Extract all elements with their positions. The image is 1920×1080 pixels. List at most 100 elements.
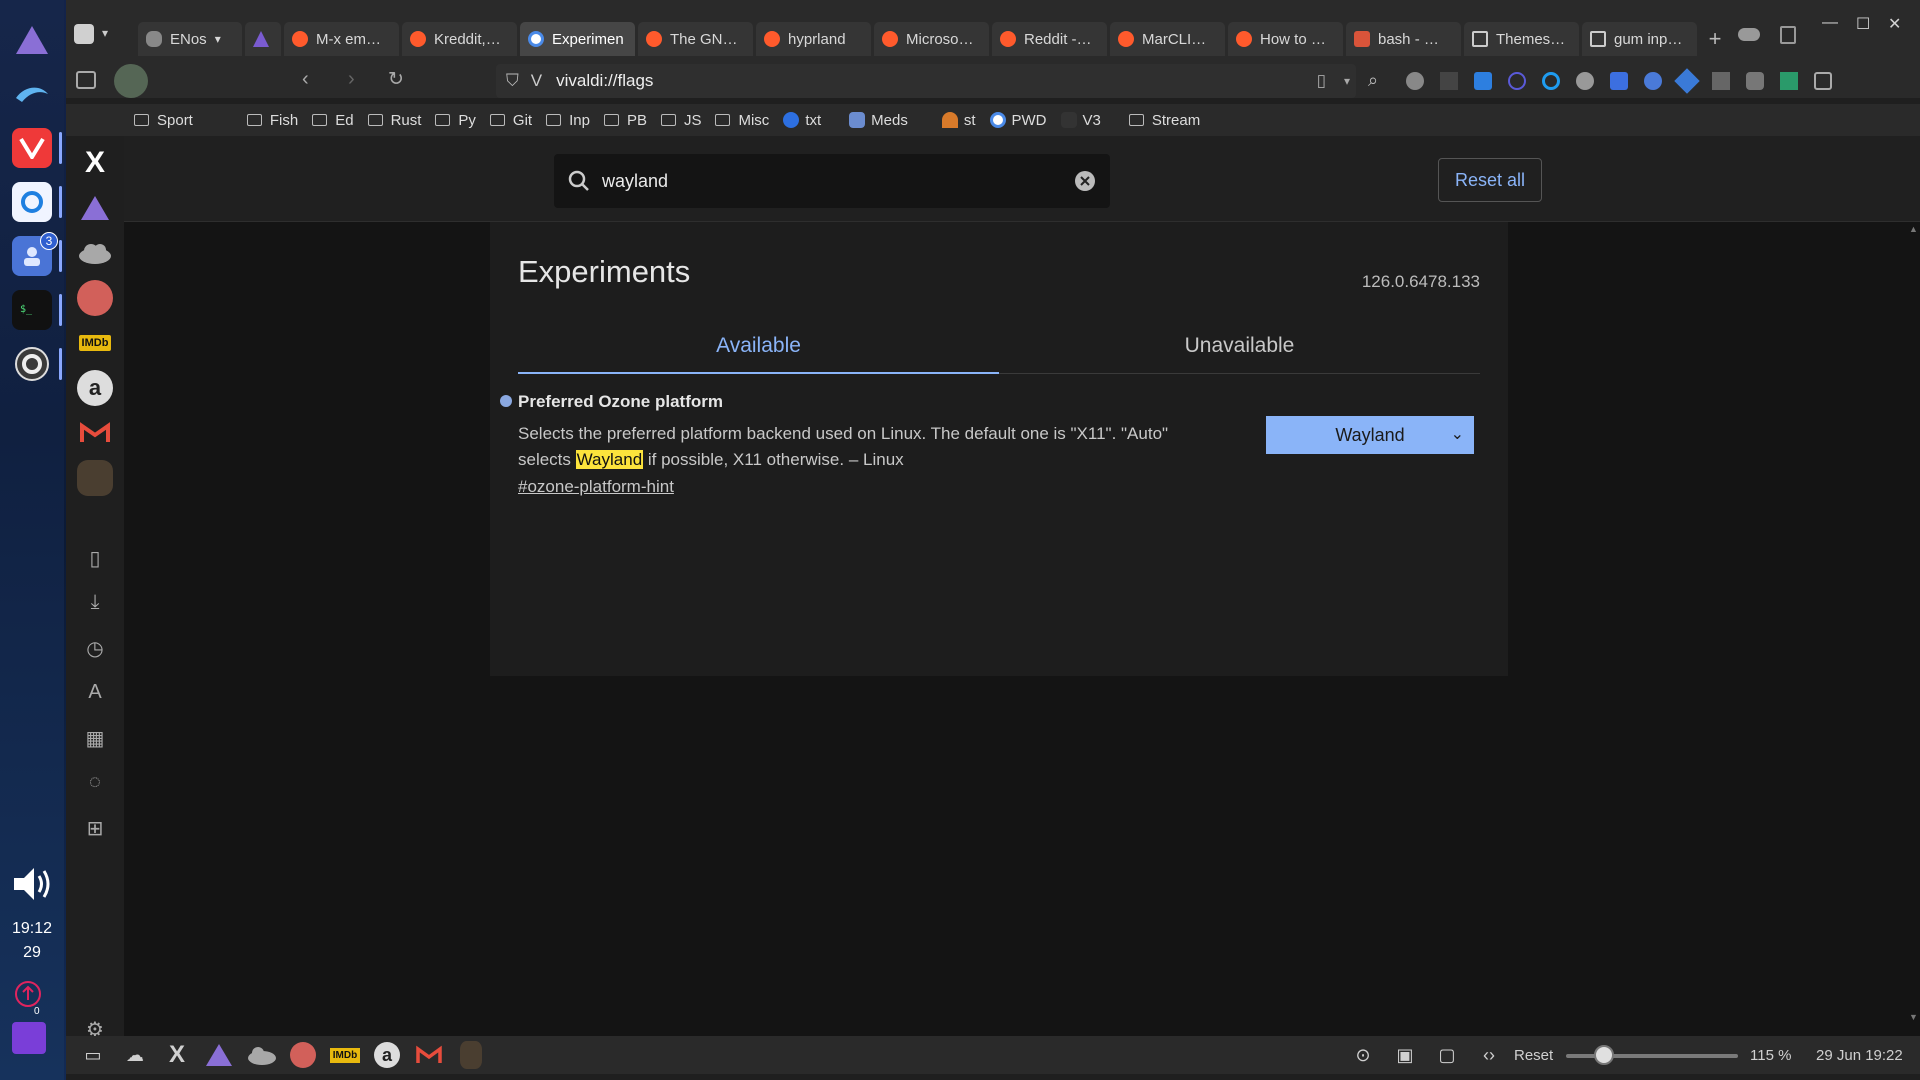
bookmark-folder[interactable]: Ed	[312, 112, 354, 129]
extension-icon[interactable]	[1440, 72, 1458, 90]
chevron-down-icon[interactable]: ▾	[102, 26, 108, 40]
coffee-icon[interactable]	[456, 1040, 486, 1070]
tab-unavailable[interactable]: Unavailable	[999, 326, 1480, 374]
gmail-icon[interactable]	[77, 415, 113, 451]
bookmark-folder[interactable]: Rust	[367, 112, 421, 129]
bookmarks-panel-icon[interactable]: ▯	[82, 546, 108, 572]
bookmark-link[interactable]: V3	[1060, 112, 1101, 129]
scrollbar[interactable]: ▲ ▼	[1906, 222, 1920, 1022]
triangle-logo-icon[interactable]	[204, 1040, 234, 1070]
search-input[interactable]: wayland	[554, 154, 1110, 208]
tab-item[interactable]: Reddit -…	[992, 22, 1107, 56]
settings-app-icon[interactable]	[12, 344, 62, 384]
ublock-icon[interactable]	[1746, 72, 1764, 90]
grid-icon[interactable]	[1712, 72, 1730, 90]
chevron-down-icon[interactable]: ▾	[1344, 74, 1350, 88]
extension-icon[interactable]	[1508, 72, 1526, 90]
platform-select[interactable]: Wayland ⌄	[1266, 416, 1474, 454]
tab-item[interactable]: How to …	[1228, 22, 1343, 56]
avatar[interactable]	[114, 64, 148, 98]
tab-available[interactable]: Available	[518, 326, 999, 374]
extension-icon[interactable]	[1780, 72, 1798, 90]
cloud-icon[interactable]	[77, 235, 113, 271]
extension-icon[interactable]	[1674, 68, 1700, 94]
bookmark-link[interactable]: txt	[783, 112, 821, 129]
cloud-icon[interactable]: ☁	[120, 1040, 150, 1070]
tab-item[interactable]: hyprland	[756, 22, 871, 56]
tab-item[interactable]: Themes…	[1464, 22, 1579, 56]
imdb-icon[interactable]: IMDb	[77, 325, 113, 361]
capture-icon[interactable]: ⊙	[1348, 1040, 1378, 1070]
rugby-ball-icon[interactable]	[77, 280, 113, 316]
add-panel-icon[interactable]: ⊞	[82, 816, 108, 842]
shield-icon[interactable]: ⛉	[506, 71, 519, 91]
reload-icon[interactable]: ↻	[388, 68, 404, 91]
address-field[interactable]: ⛉ V vivaldi://flags ▯ ▾	[496, 64, 1356, 98]
page-actions-icon[interactable]: ‹›	[1474, 1040, 1504, 1070]
rugby-ball-icon[interactable]	[288, 1040, 318, 1070]
bookmark-folder[interactable]: JS	[660, 112, 701, 129]
workspace-selector[interactable]: ENos ▾	[138, 22, 242, 56]
tab-item-active[interactable]: Experimen	[520, 22, 635, 56]
bookmark-folder[interactable]: Inp	[546, 112, 590, 129]
extension-icon[interactable]	[1644, 72, 1662, 90]
coffee-icon[interactable]	[77, 460, 113, 496]
tab-pinned[interactable]	[245, 22, 281, 56]
new-tab-icon[interactable]: +	[1700, 26, 1730, 52]
trash-icon[interactable]	[1780, 26, 1796, 44]
bookmark-folder[interactable]: Stream	[1128, 112, 1200, 129]
launcher-app-icon[interactable]	[12, 20, 52, 60]
tab-item[interactable]: gum inp…	[1582, 22, 1697, 56]
bookmark-link[interactable]: PWD	[989, 112, 1047, 129]
history-icon[interactable]: ◷	[82, 636, 108, 662]
tab-item[interactable]: bash - …	[1346, 22, 1461, 56]
bookmark-icon[interactable]: ▯	[1317, 71, 1326, 91]
dolphin-app-icon[interactable]	[12, 74, 52, 114]
amazon-icon[interactable]: a	[77, 370, 113, 406]
cloud-icon[interactable]	[246, 1040, 276, 1070]
page-tiling-icon[interactable]: ▢	[1432, 1040, 1462, 1070]
back-icon[interactable]: ‹	[302, 68, 309, 91]
vivaldi-menu-icon[interactable]	[74, 24, 94, 44]
panel-toggle-icon[interactable]: ▭	[78, 1040, 108, 1070]
bitwarden-icon[interactable]	[1610, 72, 1628, 90]
bookmark-folder[interactable]: Sport	[134, 112, 193, 129]
tab-item[interactable]: M-x em…	[284, 22, 399, 56]
tab-item[interactable]: Microso…	[874, 22, 989, 56]
triangle-logo-icon[interactable]	[77, 190, 113, 226]
forward-icon[interactable]: ›	[348, 68, 355, 91]
sync-app-icon[interactable]	[12, 182, 62, 222]
cloud-sync-icon[interactable]	[1738, 28, 1760, 41]
calendar-icon[interactable]: ▦	[82, 726, 108, 752]
terminal-app-icon[interactable]: $_	[12, 290, 62, 330]
imdb-icon[interactable]: IMDb	[329, 1040, 361, 1070]
feeds-icon[interactable]: ◌	[82, 771, 108, 797]
bookmark-folder[interactable]: Fish	[246, 112, 298, 129]
bookmark-folder[interactable]: Py	[435, 112, 476, 129]
puzzle-icon[interactable]	[1814, 72, 1832, 90]
extension-icon[interactable]	[1576, 72, 1594, 90]
vivaldi-app-icon[interactable]	[12, 128, 62, 168]
bookmark-folder[interactable]: PB	[603, 112, 647, 129]
extension-icon[interactable]	[1542, 72, 1560, 90]
maximize-icon[interactable]: ☐	[1856, 14, 1870, 34]
zoom-slider[interactable]	[1566, 1054, 1738, 1058]
images-icon[interactable]: ▣	[1390, 1040, 1420, 1070]
contacts-app-icon[interactable]: 3	[12, 232, 62, 276]
bookmark-folder[interactable]: Misc	[715, 112, 769, 129]
workspace-indicator[interactable]	[12, 1022, 46, 1054]
tab-item[interactable]: The GN…	[638, 22, 753, 56]
gmail-icon[interactable]	[414, 1040, 444, 1070]
bookmark-link[interactable]: Meds	[849, 112, 908, 129]
x-twitter-icon[interactable]: X	[77, 145, 113, 181]
search-icon[interactable]: ⌕	[1368, 70, 1378, 91]
bookmark-folder[interactable]: Git	[489, 112, 532, 129]
tab-item[interactable]: MarCLI…	[1110, 22, 1225, 56]
volume-icon[interactable]	[12, 866, 54, 907]
flag-anchor-link[interactable]: #ozone-platform-hint	[518, 477, 674, 497]
clear-search-icon[interactable]	[1074, 170, 1096, 192]
tab-item[interactable]: Kreddit,…	[402, 22, 517, 56]
panel-toggle-icon[interactable]	[76, 71, 96, 89]
extension-icon[interactable]	[1474, 72, 1492, 90]
reset-all-button[interactable]: Reset all	[1438, 158, 1542, 202]
